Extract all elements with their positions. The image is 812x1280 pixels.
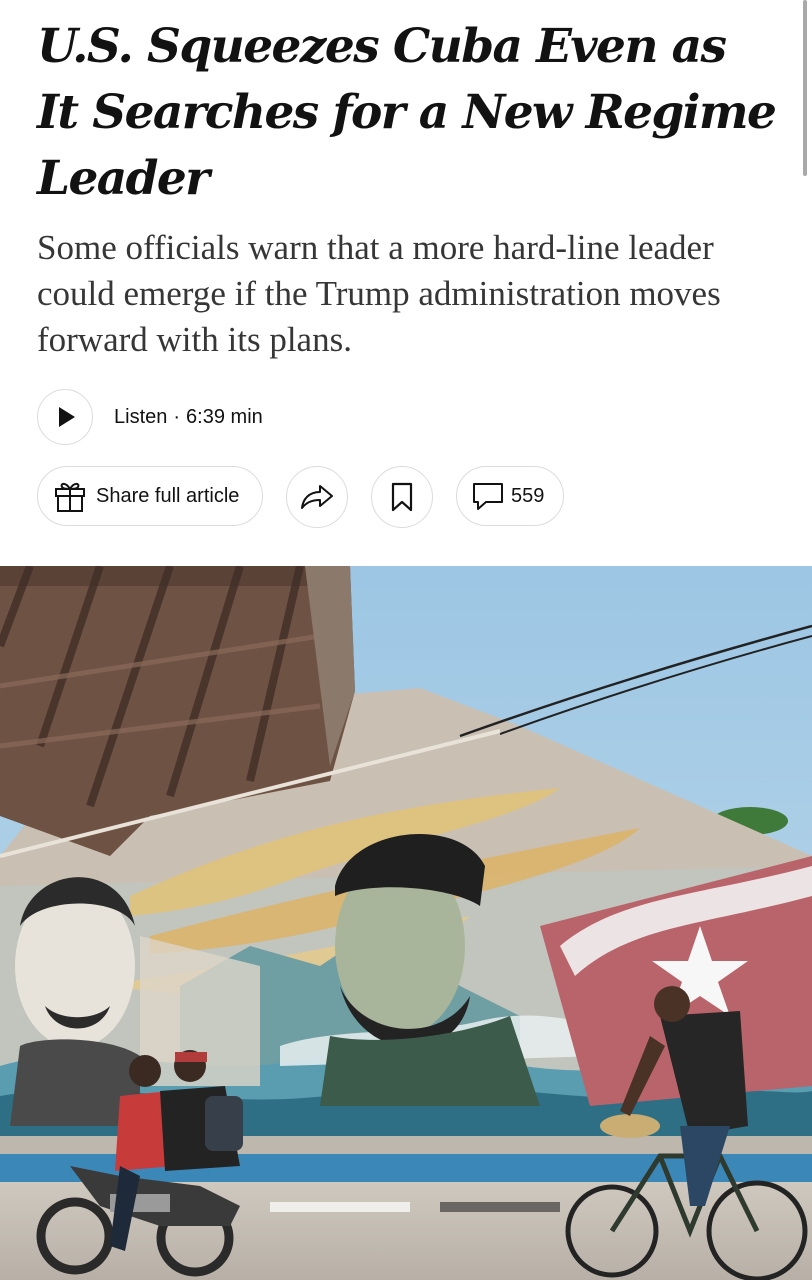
listen-label: Listen [114, 405, 168, 428]
listen-info[interactable]: Listen · 6:39 min [114, 406, 263, 429]
bookmark-icon [391, 482, 413, 512]
play-button[interactable] [37, 389, 93, 445]
comment-icon [473, 483, 503, 510]
gift-icon [55, 482, 85, 512]
headline: U.S. Squeezes Cuba Even as It Searches f… [37, 19, 777, 206]
comment-count: 559 [511, 484, 545, 507]
audio-player: Listen · 6:39 min [37, 387, 263, 447]
scrollbar[interactable] [803, 0, 807, 176]
share-full-article-button[interactable]: Share full article [37, 466, 263, 526]
article-toolbar: Share full article 559 [0, 466, 812, 528]
share-arrow-icon [301, 485, 333, 509]
share-button[interactable] [286, 466, 348, 528]
comments-button[interactable]: 559 [456, 466, 564, 526]
save-button[interactable] [371, 466, 433, 528]
play-icon [58, 407, 75, 427]
share-full-article-label: Share full article [96, 484, 240, 507]
audio-duration: 6:39 min [186, 405, 263, 428]
separator: · [173, 405, 181, 428]
lead-photo[interactable] [0, 566, 812, 1280]
summary-dek: Some officials warn that a more hard-lin… [37, 228, 721, 359]
